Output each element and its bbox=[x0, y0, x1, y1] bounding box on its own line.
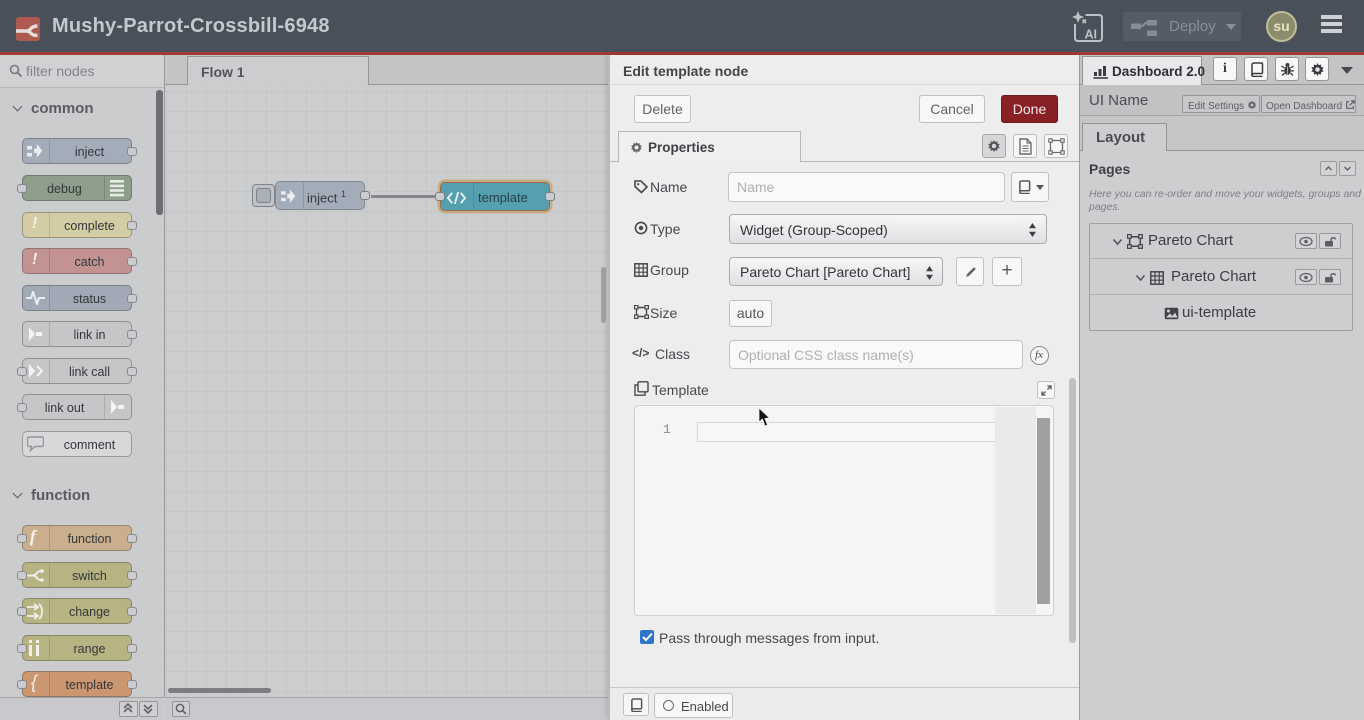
svg-text:AI: AI bbox=[1085, 28, 1098, 42]
